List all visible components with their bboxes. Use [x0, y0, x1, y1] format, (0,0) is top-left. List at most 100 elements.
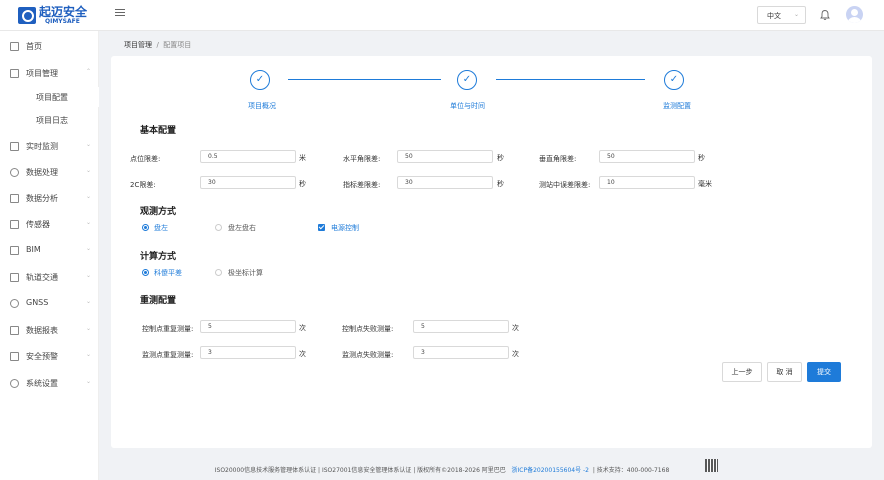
settings-icon	[10, 379, 19, 388]
field-unit: 秒	[497, 180, 504, 188]
avatar[interactable]	[846, 6, 863, 23]
step-connector	[288, 79, 441, 80]
sidebar-item-data-process[interactable]: 数据处理 ⌄	[0, 162, 99, 182]
section-title-remeasure: 重测配置	[140, 296, 177, 306]
sidebar-item-project-config[interactable]: 项目配置	[0, 87, 99, 107]
monitor-fail-input[interactable]: 3	[413, 346, 509, 359]
sidebar: 首页 项目管理 ⌃ 项目配置 项目日志 实时监测 ⌄ 数据处理 ⌄ 数据分析 ⌄…	[0, 31, 99, 480]
field-unit: 次	[512, 350, 519, 358]
sidebar-item-label: 项目日志	[36, 116, 68, 125]
project-icon	[10, 69, 19, 78]
footer-support: | 技术支持：400-000-7168	[592, 467, 670, 474]
calc-polar-radio[interactable]	[215, 269, 222, 276]
vertical-angle-tolerance-input[interactable]: 50	[599, 150, 695, 163]
sidebar-item-label: 首页	[26, 42, 42, 51]
index-error-tolerance-input[interactable]: 30	[397, 176, 493, 189]
calc-kesha-radio[interactable]	[142, 269, 149, 276]
field-unit: 米	[299, 154, 306, 162]
sidebar-item-project[interactable]: 项目管理 ⌃	[0, 63, 99, 83]
bell-icon[interactable]	[819, 9, 831, 21]
step-1-label: 项目概况	[248, 102, 276, 110]
2c-tolerance-input[interactable]: 30	[200, 176, 296, 189]
chevron-down-icon: ⌄	[86, 298, 92, 305]
sidebar-item-rail[interactable]: 轨道交通 ⌄	[0, 267, 99, 287]
sidebar-item-label: 数据分析	[26, 194, 58, 203]
breadcrumb-separator: /	[156, 41, 159, 49]
menu-toggle-icon[interactable]	[115, 9, 125, 19]
sidebar-item-label: 项目配置	[36, 93, 68, 102]
horizontal-angle-tolerance-input[interactable]: 50	[397, 150, 493, 163]
field-label: 2C限差:	[130, 181, 156, 189]
icp-link[interactable]: 浙ICP备20200155604号 -2	[512, 467, 589, 474]
station-error-tolerance-input[interactable]: 10	[599, 176, 695, 189]
step-2-check-icon: ✓	[457, 70, 477, 90]
rail-icon	[10, 273, 19, 282]
field-label: 点位限差:	[130, 155, 161, 163]
company-logo[interactable]: 起迈安全 QIMYSAFE	[18, 6, 106, 26]
qr-code-icon	[705, 459, 718, 472]
observe-left-right-radio[interactable]	[215, 224, 222, 231]
sidebar-item-sensor[interactable]: 传感器 ⌄	[0, 214, 99, 234]
sidebar-item-warning[interactable]: 安全预警 ⌄	[0, 346, 99, 366]
sensor-icon	[10, 220, 19, 229]
logo-mark-icon	[18, 7, 36, 24]
calc-polar-label[interactable]: 极坐标计算	[228, 268, 263, 278]
sidebar-item-label: GNSS	[26, 298, 49, 307]
observe-left-radio[interactable]	[142, 224, 149, 231]
control-fail-input[interactable]: 5	[413, 320, 509, 333]
field-label: 监测点重复测量:	[142, 351, 194, 359]
field-unit: 秒	[698, 154, 705, 162]
power-control-label[interactable]: 电源控制	[331, 223, 359, 233]
language-select[interactable]: 中文 ⌄	[757, 6, 806, 24]
field-unit: 毫米	[698, 180, 712, 188]
sidebar-item-label: 数据处理	[26, 168, 58, 177]
sidebar-item-bim[interactable]: BIM ⌄	[0, 240, 99, 260]
analysis-icon	[10, 194, 19, 203]
field-unit: 次	[299, 350, 306, 358]
field-label: 指标差限差:	[343, 181, 381, 189]
section-title-observe: 观测方式	[140, 207, 177, 217]
sidebar-item-label: 轨道交通	[26, 273, 58, 282]
submit-button[interactable]: 提交	[807, 362, 841, 382]
calc-kesha-label[interactable]: 科傻平差	[154, 268, 182, 278]
breadcrumb: 项目管理 / 配置项目	[124, 40, 191, 50]
field-unit: 次	[512, 324, 519, 332]
chevron-down-icon: ⌄	[86, 351, 92, 358]
sidebar-item-label: 数据报表	[26, 326, 58, 335]
breadcrumb-root[interactable]: 项目管理	[124, 41, 152, 49]
step-3-check-icon: ✓	[664, 70, 684, 90]
power-control-checkbox[interactable]	[318, 224, 325, 231]
chevron-down-icon: ⌄	[86, 167, 92, 174]
monitor-repeat-input[interactable]: 3	[200, 346, 296, 359]
field-label: 控制点失败测量:	[342, 325, 394, 333]
sidebar-item-label: 系统设置	[26, 379, 58, 388]
chevron-down-icon: ⌄	[86, 141, 92, 148]
home-icon	[10, 42, 19, 51]
field-label: 水平角限差:	[343, 155, 381, 163]
sidebar-item-report[interactable]: 数据报表 ⌄	[0, 320, 99, 340]
field-unit: 秒	[299, 180, 306, 188]
position-tolerance-input[interactable]: 0.5	[200, 150, 296, 163]
sidebar-item-label: 实时监测	[26, 142, 58, 151]
control-repeat-input[interactable]: 5	[200, 320, 296, 333]
chevron-down-icon: ⌄	[86, 272, 92, 279]
observe-left-right-label[interactable]: 盘左盘右	[228, 223, 256, 233]
cancel-button[interactable]: 取 消	[767, 362, 802, 382]
sidebar-item-project-log[interactable]: 项目日志	[0, 110, 99, 130]
sidebar-item-gnss[interactable]: GNSS ⌄	[0, 293, 99, 313]
step-3-label: 监测配置	[663, 102, 691, 110]
chevron-down-icon: ⌄	[86, 245, 92, 252]
chevron-down-icon: ⌄	[86, 219, 92, 226]
sidebar-item-settings[interactable]: 系统设置 ⌄	[0, 373, 99, 393]
step-1-check-icon: ✓	[250, 70, 270, 90]
section-title-calc: 计算方式	[140, 252, 177, 262]
prev-step-button[interactable]: 上一步	[722, 362, 762, 382]
chevron-down-icon: ⌄	[793, 11, 799, 18]
sidebar-item-home[interactable]: 首页	[0, 36, 99, 56]
data-process-icon	[10, 168, 19, 177]
sidebar-item-label: BIM	[26, 245, 41, 254]
field-label: 垂直角限差:	[539, 155, 577, 163]
observe-left-label[interactable]: 盘左	[154, 223, 168, 233]
sidebar-item-realtime[interactable]: 实时监测 ⌄	[0, 136, 99, 156]
sidebar-item-analysis[interactable]: 数据分析 ⌄	[0, 188, 99, 208]
